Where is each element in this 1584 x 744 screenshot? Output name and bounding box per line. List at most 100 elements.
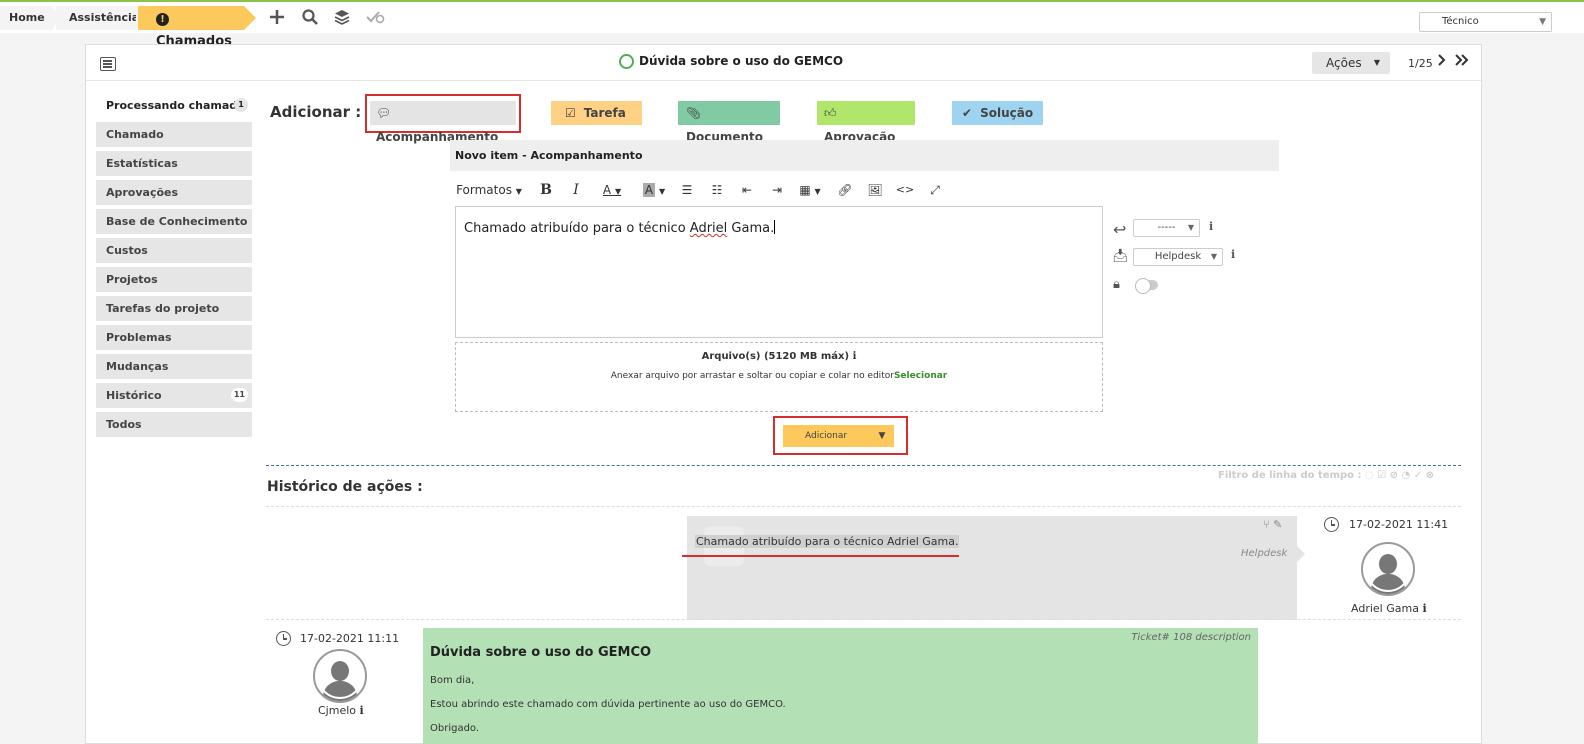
thumbs-up-icon: 👍︎ bbox=[824, 106, 837, 120]
misspelled-word: Adriel bbox=[689, 221, 728, 236]
comment-icon: 💬︎ bbox=[376, 106, 392, 120]
avatar bbox=[1361, 542, 1415, 596]
edit-icon[interactable]: ⑂ ✎ bbox=[1263, 518, 1282, 531]
caret-down-icon: ▼ bbox=[1373, 58, 1380, 67]
role-select[interactable]: Técnico ▼ bbox=[1419, 12, 1552, 32]
info-icon[interactable]: i bbox=[1231, 248, 1235, 261]
text-color-icon[interactable]: A ▼ bbox=[595, 179, 629, 201]
add-task-button[interactable]: ☑ Tarefa bbox=[551, 101, 642, 125]
sidebar-item-label: Problemas bbox=[106, 331, 172, 344]
dropzone-hint-text: Anexar arquivo por arrastar e soltar ou … bbox=[610, 371, 894, 381]
inbox-icon: 📥︎ bbox=[1112, 249, 1129, 264]
dropzone-title: Arquivo(s) (5120 MB máx) i bbox=[456, 351, 1102, 362]
history-title: Histórico de ações : bbox=[267, 479, 423, 495]
background-color-icon[interactable]: A ▼ bbox=[637, 179, 671, 201]
check-gear-icon[interactable] bbox=[365, 8, 385, 28]
sidebar-item-label: Estatísticas bbox=[106, 157, 178, 170]
sidebar-item-label: Custos bbox=[106, 244, 148, 257]
outdent-icon[interactable]: ⇤ bbox=[737, 179, 757, 201]
section-divider bbox=[266, 465, 1461, 466]
source-select[interactable]: ----- ▼ bbox=[1133, 219, 1200, 237]
sidebar-item-label: Histórico bbox=[106, 389, 162, 402]
followup-text: Chamado atribuído para o técnico Adriel … bbox=[695, 535, 960, 548]
sidebar-item-problemas[interactable]: Problemas bbox=[96, 325, 252, 350]
actions-button[interactable]: Ações ▼ bbox=[1312, 52, 1390, 74]
search-icon[interactable] bbox=[300, 8, 320, 28]
sidebar-item-label: Aprovações bbox=[106, 186, 179, 199]
chevron-down-icon: ▼ bbox=[1210, 252, 1217, 261]
avatar bbox=[313, 649, 367, 703]
submit-add-button[interactable]: Adicionar ▼ bbox=[783, 425, 894, 447]
add-solution-button[interactable]: ✔ Solução bbox=[952, 101, 1043, 125]
sidebar-item-chamado[interactable]: Chamado bbox=[96, 122, 252, 147]
indent-icon[interactable]: ⇥ bbox=[767, 179, 787, 201]
followup-date: 17-02-2021 11:41 bbox=[1349, 518, 1449, 531]
list-view-icon[interactable] bbox=[100, 57, 116, 71]
add-document-button[interactable]: 📎︎Documento bbox=[678, 101, 780, 144]
sidebar-item-todos[interactable]: Todos bbox=[96, 412, 252, 437]
sidebar-item-label: Chamado bbox=[106, 128, 164, 141]
code-icon[interactable]: <> bbox=[895, 179, 915, 201]
description-line: Estou abrindo este chamado com dúvida pe… bbox=[430, 699, 786, 710]
clock-icon bbox=[1324, 517, 1339, 532]
select-file-link[interactable]: Selecionar bbox=[894, 371, 947, 381]
plus-icon[interactable] bbox=[267, 8, 287, 28]
role-select-value: Técnico bbox=[1442, 16, 1479, 27]
table-icon[interactable]: ▦ ▼ bbox=[795, 179, 825, 201]
link-icon[interactable]: 🔗︎ bbox=[835, 179, 855, 201]
italic-icon[interactable]: I bbox=[567, 179, 585, 201]
description-user[interactable]: Cjmelo i bbox=[318, 704, 364, 717]
sidebar-item-custos[interactable]: Custos bbox=[96, 238, 252, 263]
fullscreen-icon[interactable]: ⤢ bbox=[925, 179, 945, 201]
breadcrumb-assistencia[interactable]: Assistência bbox=[56, 6, 139, 30]
bullet-list-icon[interactable]: ☰ bbox=[677, 179, 697, 201]
sidebar-item-base-conhecimento[interactable]: Base de Conhecimento bbox=[96, 209, 252, 234]
sidebar-item-label: Todos bbox=[106, 418, 142, 431]
request-type-select[interactable]: Helpdesk ▼ bbox=[1133, 248, 1223, 266]
add-followup-button[interactable]: 💬︎Acompanhamento bbox=[370, 101, 516, 144]
sidebar-item-projetos[interactable]: Projetos bbox=[96, 267, 252, 292]
private-toggle[interactable] bbox=[1135, 278, 1158, 294]
sidebar-item-label: Projetos bbox=[106, 273, 158, 286]
breadcrumb-home[interactable]: Home bbox=[0, 6, 52, 30]
sidebar-item-mudancas[interactable]: Mudanças bbox=[96, 354, 252, 379]
bold-icon[interactable]: B bbox=[537, 179, 555, 201]
checkbox-icon: ☑ bbox=[565, 106, 576, 120]
description-tag: Ticket# 108 description bbox=[1131, 632, 1251, 643]
submit-add-label: Adicionar bbox=[805, 431, 848, 441]
description-user-name: Cjmelo bbox=[318, 704, 357, 717]
layers-icon[interactable] bbox=[332, 8, 352, 28]
followup-user[interactable]: Adriel Gama i bbox=[1351, 602, 1427, 615]
numbered-list-icon[interactable]: ☷ bbox=[707, 179, 727, 201]
add-task-label: Tarefa bbox=[583, 106, 626, 120]
followup-editor[interactable]: Chamado atribuído para o técnico Adriel … bbox=[455, 206, 1103, 338]
sidebar-item-tarefas-projeto[interactable]: Tarefas do projeto bbox=[96, 296, 252, 321]
followup-user-name: Adriel Gama bbox=[1351, 602, 1419, 615]
sidebar-item-estatisticas[interactable]: Estatísticas bbox=[96, 151, 252, 176]
add-approval-button[interactable]: 👍︎Aprovação bbox=[817, 101, 915, 144]
red-underline-annotation bbox=[682, 555, 959, 557]
formats-dropdown[interactable]: Formatos ▼ bbox=[455, 179, 523, 201]
info-icon[interactable]: i bbox=[1209, 220, 1213, 233]
sidebar-item-historico[interactable]: Histórico 11 bbox=[96, 383, 252, 408]
dropdown-caret-icon[interactable]: ▼ bbox=[870, 425, 894, 447]
file-dropzone[interactable]: Arquivo(s) (5120 MB máx) i Anexar arquiv… bbox=[455, 342, 1103, 412]
request-type-value: Helpdesk bbox=[1154, 251, 1202, 262]
timeline-filter[interactable]: Filtro de linha do tempo : ◌ ☑ ⊘ ◔ ✓ ⊗ bbox=[1218, 470, 1434, 481]
ticket-description: Ticket# 108 description Dúvida sobre o u… bbox=[423, 628, 1258, 744]
paperclip-icon: 📎︎ bbox=[686, 106, 702, 120]
chevron-down-icon: ▼ bbox=[1539, 17, 1546, 27]
sidebar-item-processando[interactable]: Processando chamado 1 bbox=[96, 93, 252, 118]
image-icon[interactable]: 🖼︎ bbox=[865, 179, 885, 201]
next-icon[interactable] bbox=[1437, 52, 1447, 71]
description-line: Obrigado. bbox=[430, 723, 480, 734]
filter-icons[interactable]: ◌ ☑ ⊘ ◔ ✓ ⊗ bbox=[1365, 470, 1434, 481]
status-new-icon bbox=[619, 54, 634, 69]
breadcrumb-chamados[interactable]: !Chamados bbox=[138, 6, 244, 49]
text-cursor bbox=[774, 220, 776, 234]
sidebar-item-aprovacoes[interactable]: Aprovações bbox=[96, 180, 252, 205]
sidebar-item-label: Mudanças bbox=[106, 360, 169, 373]
divider bbox=[266, 506, 1461, 507]
last-icon[interactable] bbox=[1454, 52, 1470, 71]
timeline-filter-label: Filtro de linha do tempo : bbox=[1218, 470, 1362, 481]
